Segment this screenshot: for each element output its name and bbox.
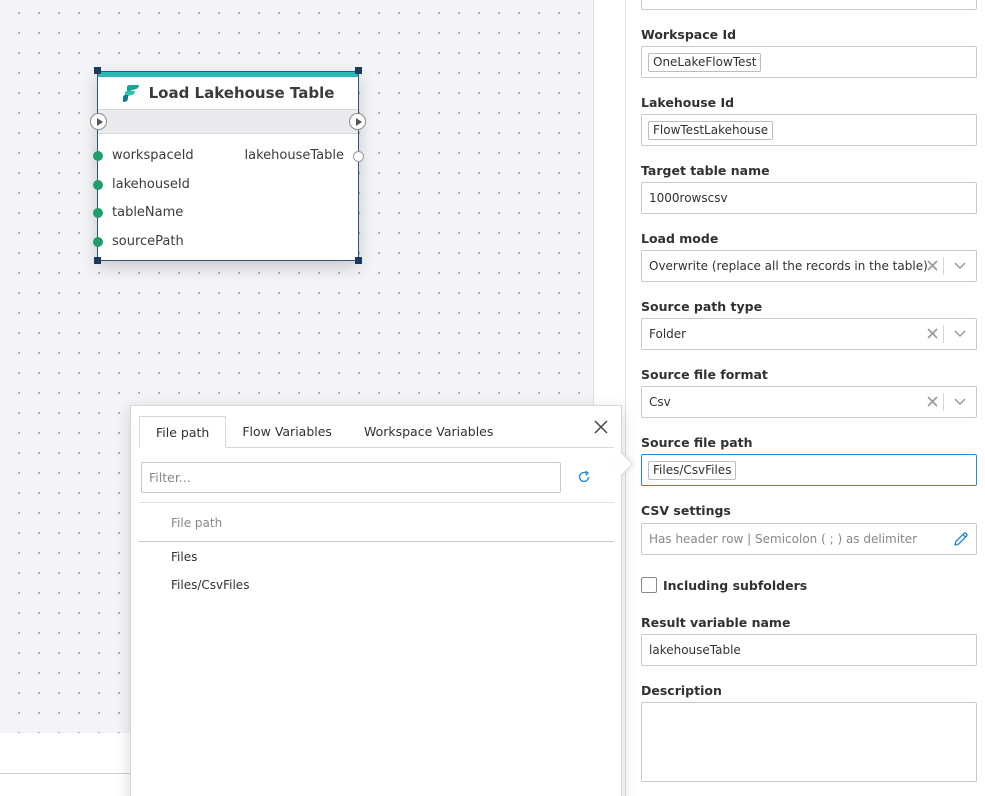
exec-in-icon[interactable] <box>90 113 107 130</box>
picker-tabs: File path Flow Variables Workspace Varia… <box>139 416 509 448</box>
node-param-row: workspaceId lakehouseTable <box>93 146 364 166</box>
param-port-sourcepath[interactable] <box>93 237 103 247</box>
filter-input[interactable] <box>141 462 561 493</box>
clear-icon[interactable] <box>926 327 939 340</box>
source-file-path-chip[interactable]: Files/CsvFiles <box>648 461 737 480</box>
description-label: Description <box>641 683 722 698</box>
source-path-type-dropdown[interactable]: Folder <box>641 318 977 350</box>
param-label: lakehouseId <box>112 177 190 192</box>
dropdown-separator <box>943 257 944 275</box>
param-port-tablename[interactable] <box>93 208 103 218</box>
chevron-down-icon[interactable] <box>954 397 966 407</box>
node-param-row: lakehouseId <box>93 175 358 195</box>
include-subfolders-label[interactable]: Including subfolders <box>663 578 807 593</box>
chevron-down-icon[interactable] <box>954 261 966 271</box>
previous-field-box[interactable] <box>641 0 977 10</box>
load-mode-value: Overwrite (replace all the records in th… <box>649 259 928 273</box>
exec-out-icon[interactable] <box>349 113 366 130</box>
result-variable-label: Result variable name <box>641 615 791 630</box>
dropdown-separator <box>943 393 944 411</box>
refresh-icon[interactable] <box>577 470 591 484</box>
pencil-icon[interactable] <box>952 531 969 548</box>
param-label: tableName <box>112 205 184 220</box>
selection-handle-tr[interactable] <box>355 67 362 74</box>
tab-file-path[interactable]: File path <box>139 416 227 448</box>
tab-workspace-variables[interactable]: Workspace Variables <box>348 416 509 448</box>
workspace-id-field[interactable]: OneLakeFlowTest <box>641 46 977 78</box>
selection-handle-bl[interactable] <box>94 257 101 264</box>
chevron-down-icon[interactable] <box>954 329 966 339</box>
dropdown-separator <box>943 325 944 343</box>
source-file-format-label: Source file format <box>641 367 768 382</box>
source-path-type-value: Folder <box>649 327 687 341</box>
list-header-divider <box>139 541 614 542</box>
param-label: sourcePath <box>112 234 184 249</box>
list-item[interactable]: Files <box>171 550 197 564</box>
lakehouse-id-chip[interactable]: FlowTestLakehouse <box>648 121 774 140</box>
target-table-label: Target table name <box>641 163 770 178</box>
output-label: lakehouseTable <box>244 148 344 163</box>
node-header[interactable]: Load Lakehouse Table <box>98 77 358 109</box>
variable-picker-popup: File path Flow Variables Workspace Varia… <box>130 405 622 796</box>
app-root: Load Lakehouse Table workspaceId lakehou… <box>0 0 985 796</box>
csv-settings-label: CSV settings <box>641 503 731 518</box>
result-variable-value: lakehouseTable <box>649 643 741 657</box>
selection-handle-tl[interactable] <box>94 67 101 74</box>
param-port-workspaceid[interactable] <box>93 151 103 161</box>
close-icon[interactable] <box>591 417 611 437</box>
source-file-path-field[interactable]: Files/CsvFiles <box>641 454 977 486</box>
fabric-logo-icon <box>122 84 139 102</box>
lakehouse-id-label: Lakehouse Id <box>641 95 735 110</box>
node-param-row: tableName <box>93 203 358 223</box>
source-file-format-dropdown[interactable]: Csv <box>641 386 977 418</box>
selection-handle-br[interactable] <box>355 257 362 264</box>
result-variable-field[interactable]: lakehouseTable <box>641 634 977 666</box>
node-exec-port-row <box>90 109 366 134</box>
load-mode-dropdown[interactable]: Overwrite (replace all the records in th… <box>641 250 977 282</box>
list-item[interactable]: Files/CsvFiles <box>171 578 249 592</box>
description-textarea[interactable] <box>641 702 977 782</box>
clear-icon[interactable] <box>926 395 939 408</box>
workspace-id-label: Workspace Id <box>641 27 737 42</box>
target-table-field[interactable]: 1000rowscsv <box>641 182 977 214</box>
source-path-type-label: Source path type <box>641 299 763 314</box>
source-file-path-label: Source file path <box>641 435 753 450</box>
include-subfolders-checkbox[interactable] <box>641 577 657 593</box>
load-mode-label: Load mode <box>641 231 719 246</box>
tab-flow-variables[interactable]: Flow Variables <box>226 416 348 448</box>
panel-divider <box>625 0 626 796</box>
csv-settings-field[interactable]: Has header row | Semicolon ( ; ) as deli… <box>641 523 977 555</box>
workspace-id-chip[interactable]: OneLakeFlowTest <box>648 53 762 72</box>
target-table-value: 1000rowscsv <box>649 191 728 205</box>
param-port-lakehouseid[interactable] <box>93 180 103 190</box>
column-header-file-path: File path <box>171 516 223 530</box>
footer-divider <box>0 773 130 774</box>
clear-icon[interactable] <box>926 259 939 272</box>
node-param-row: sourcePath <box>93 232 358 252</box>
param-label: workspaceId <box>112 148 194 163</box>
list-top-divider <box>139 502 614 503</box>
tabs-underline <box>220 447 614 448</box>
output-port-lakehousetable[interactable] <box>353 151 364 162</box>
node-title: Load Lakehouse Table <box>148 84 335 102</box>
source-file-format-value: Csv <box>649 395 671 409</box>
lakehouse-id-field[interactable]: FlowTestLakehouse <box>641 114 977 146</box>
csv-settings-summary: Has header row | Semicolon ( ; ) as deli… <box>649 532 918 546</box>
flow-node-load-lakehouse-table[interactable]: Load Lakehouse Table workspaceId lakehou… <box>90 71 366 261</box>
